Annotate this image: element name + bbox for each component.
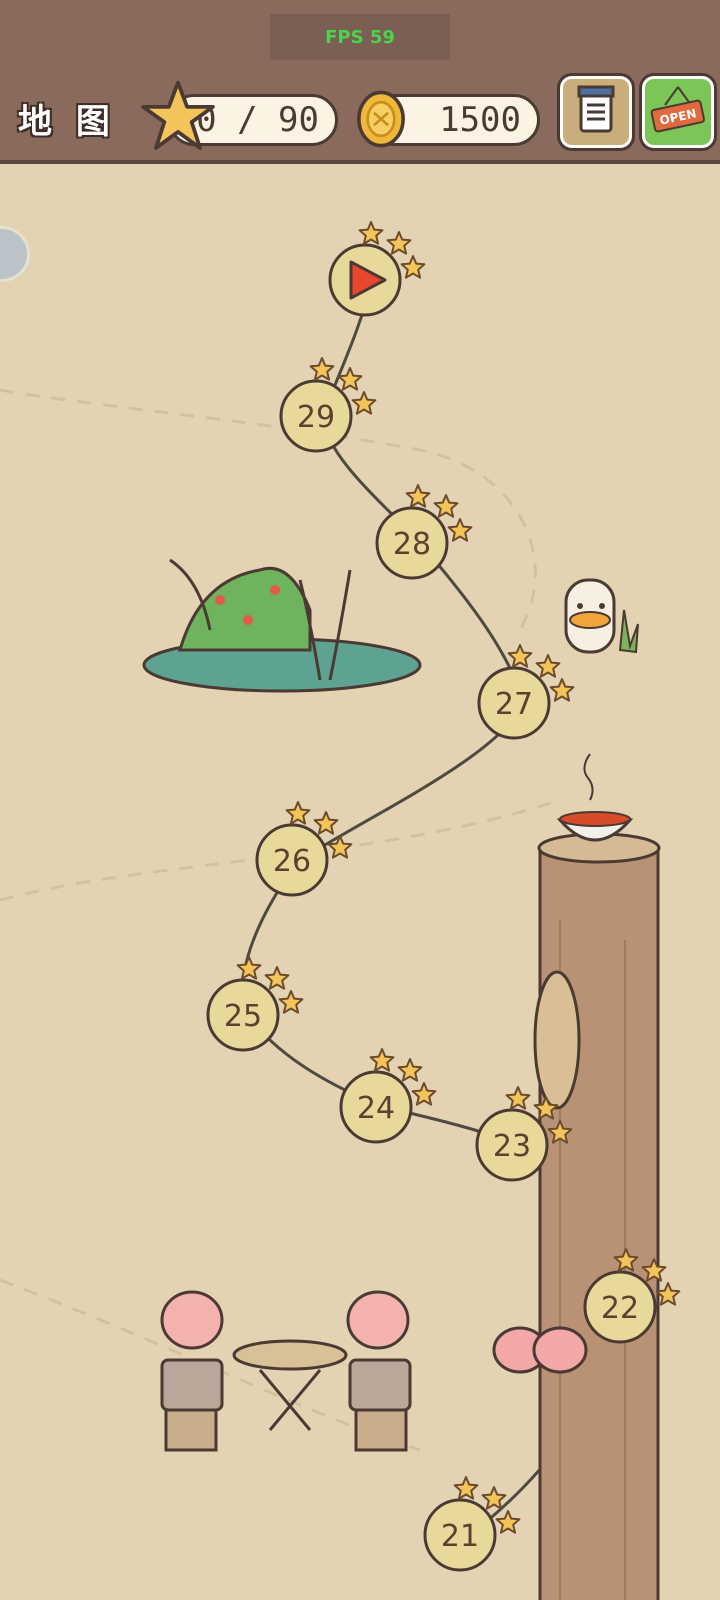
menu-button[interactable] <box>560 76 632 148</box>
level-star-icon <box>285 801 311 825</box>
level-star-icon <box>655 1282 681 1306</box>
pond-decoration <box>142 558 422 693</box>
level-star-icon <box>411 1082 437 1106</box>
level-node-current[interactable] <box>328 221 426 317</box>
level-star-icon <box>400 255 426 279</box>
notebook-icon <box>577 85 615 133</box>
level-star-icon <box>447 518 473 542</box>
map-title: 地 图 <box>18 102 116 142</box>
level-star-icon <box>481 1486 507 1510</box>
level-star-icon <box>505 1086 531 1110</box>
level-star-icon <box>549 678 575 702</box>
level-node-24[interactable]: 24 <box>339 1048 437 1144</box>
level-number: 28 <box>393 527 431 562</box>
star-icon <box>141 80 215 150</box>
level-node-25[interactable]: 25 <box>206 956 304 1052</box>
level-number: 21 <box>441 1519 479 1554</box>
pigs-tea-party <box>160 1290 588 1452</box>
level-number: 29 <box>297 400 335 435</box>
level-node-29[interactable]: 29 <box>279 357 377 453</box>
level-number: 23 <box>493 1129 531 1164</box>
open-sign-icon: OPEN <box>650 86 705 133</box>
coin-icon <box>357 90 405 148</box>
level-star-icon <box>264 966 290 990</box>
level-node-28[interactable]: 28 <box>375 484 473 580</box>
level-star-icon <box>386 231 412 255</box>
level-star-icon <box>535 654 561 678</box>
level-star-icon <box>507 644 533 668</box>
level-star-icon <box>433 494 459 518</box>
level-star-icon <box>236 956 262 980</box>
level-node-21[interactable]: 21 <box>423 1476 521 1572</box>
soup-bowl <box>556 753 634 842</box>
level-star-icon <box>405 484 431 508</box>
level-star-icon <box>309 357 335 381</box>
level-number: 27 <box>495 687 533 722</box>
level-star-icon <box>358 221 384 245</box>
level-star-icon <box>278 990 304 1014</box>
level-star-icon <box>397 1058 423 1082</box>
level-star-icon <box>313 811 339 835</box>
level-map: 29 28 27 26 25 24 23 22 21 <box>0 221 681 1600</box>
duck-character <box>564 578 639 654</box>
level-number: 26 <box>273 844 311 879</box>
tree-trunk <box>533 832 661 1600</box>
level-number: 24 <box>357 1091 395 1126</box>
top-hud: FPS 59 地 图 90 / 90 1500 OPEN <box>0 0 720 164</box>
level-star-icon <box>369 1048 395 1072</box>
shop-open-button[interactable]: OPEN <box>642 76 714 148</box>
level-number: 22 <box>601 1291 639 1326</box>
level-node-27[interactable]: 27 <box>477 644 575 740</box>
level-star-icon <box>495 1510 521 1534</box>
level-number: 25 <box>224 999 262 1034</box>
level-star-icon <box>453 1476 479 1500</box>
level-star-icon <box>351 391 377 415</box>
fps-counter: FPS 59 <box>270 14 450 60</box>
level-node-26[interactable]: 26 <box>255 801 353 897</box>
